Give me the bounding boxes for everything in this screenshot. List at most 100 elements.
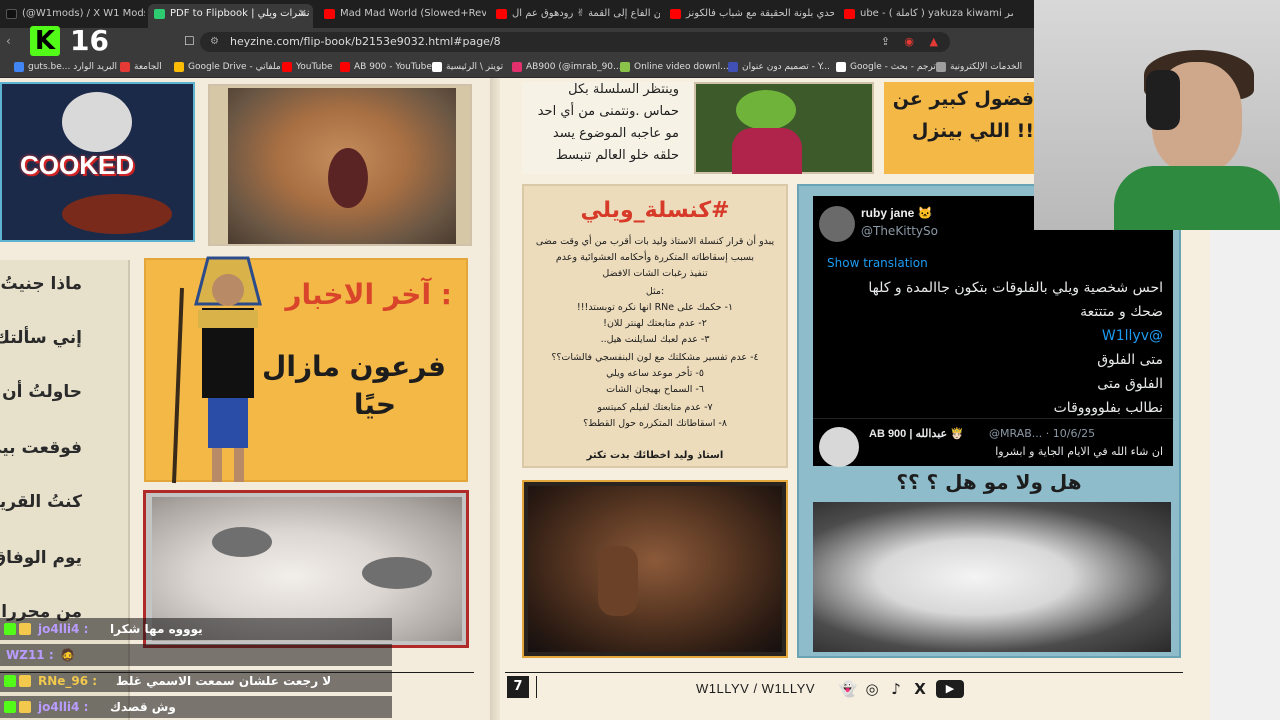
- bookmark-item[interactable]: تويتر \ الرئيسية: [432, 59, 503, 75]
- chat-message: RNe_96 : لا رجعت علشان سمعت الاسمي غلط: [0, 670, 392, 692]
- laptop-cat-image: [813, 502, 1171, 652]
- tab-title: من الفاع إلى القمة ✌ رودهوق عم ال: [512, 8, 660, 19]
- man-gesture-image: [522, 480, 788, 658]
- tweet-text-line: الفلوق متى: [1097, 376, 1163, 392]
- chat-username: RNe_96 :: [38, 674, 98, 688]
- bookmark-item[interactable]: AB900 (@imrab_90...: [512, 59, 622, 75]
- chat-text: لا رجعت علشان سمعت الاسمي غلط: [116, 674, 332, 688]
- consela-line: ٥- تأخر موعد ساعه ويلي: [606, 368, 704, 379]
- consela-line: تنفيذ رغبات الشات الافضل: [602, 268, 708, 279]
- pan-figure: [62, 194, 172, 234]
- poem-line: حاولتُ أن أ: [0, 382, 82, 402]
- browser-tab[interactable]: Mad Mad World (Slowed+Reverb) -: [318, 4, 486, 24]
- hamster-photo: [228, 88, 456, 244]
- poem-line: كنتُ القريب: [0, 492, 82, 512]
- bookmark-item[interactable]: الخدمات الإلكترونية: [936, 59, 1022, 75]
- chat-text: وش قصدك: [110, 700, 176, 714]
- close-tab-icon[interactable]: ✕: [298, 4, 307, 24]
- bookmark-item[interactable]: Google - ترجم - بحث: [836, 59, 936, 75]
- poem-line: يوم الوفاق: [0, 548, 82, 568]
- instagram-icon: ◎: [865, 680, 879, 698]
- youtube-icon: [844, 9, 855, 19]
- cooked-meme-image: COOKED: [0, 82, 195, 242]
- cat-eye: [212, 527, 272, 557]
- bookmark-item[interactable]: guts.be... البريد الوارد: [14, 59, 117, 75]
- news-line: فرعون مازال: [262, 350, 446, 383]
- download-icon: [620, 62, 630, 72]
- text-line: وينتظر السلسلة بكل: [568, 82, 679, 97]
- chat-text: يوووه مها شكرا: [110, 622, 203, 636]
- text-line: حماس .ونتمنى من أي احد: [537, 104, 679, 119]
- gift-badge-icon: [19, 675, 31, 687]
- chat-overlay: jo4lli4 : يوووه مها شكرا WZ11 : 🧔 RNe_96…: [0, 618, 392, 720]
- youtube-icon: [324, 9, 335, 19]
- hamster-meme-image: [208, 84, 472, 246]
- chat-username: jo4lli4 :: [38, 700, 89, 714]
- chat-message: WZ11 : 🧔: [0, 644, 392, 666]
- consela-line: ٧- عدم متابعتك لفيلم كميتسو: [597, 402, 713, 413]
- bookmarks-bar: guts.be... البريد الوارد الجامعة Google …: [0, 56, 1034, 78]
- instagram-icon: [512, 62, 522, 72]
- bookmark-item[interactable]: Online video downl...: [620, 59, 729, 75]
- x-icon: [432, 62, 442, 72]
- browser-tab[interactable]: (@W1mods) / X W1 Mods: [0, 4, 145, 24]
- rewards-icon[interactable]: ▲: [930, 32, 938, 52]
- avatar: [819, 427, 859, 467]
- reply-author-handle: @MRAB... · 10/6/25: [989, 427, 1096, 440]
- browser-tab[interactable]: ube - ( كاملة ) yakuza kiwami مختصر: [838, 4, 1013, 24]
- consela-line: ٨- اسقاطاتك المتكرره حول القطط؟: [583, 418, 727, 429]
- mail-icon: [14, 62, 24, 72]
- tab-title: Mad Mad World (Slowed+Reverb) -: [340, 8, 486, 19]
- bookmark-item[interactable]: AB 900 - YouTube: [340, 59, 432, 75]
- subscriber-badge-icon: [4, 623, 16, 635]
- bookmark-icon[interactable]: ☐: [184, 34, 195, 48]
- kermit-meme-image: [694, 82, 874, 174]
- consela-line: ٢- عدم متابعتك لهنتر للان!: [603, 318, 707, 329]
- bookmark-item[interactable]: تصميم دون عنوان - Y...: [728, 59, 830, 75]
- news-heading: : آخر الاخبار: [285, 278, 452, 311]
- browser-tab[interactable]: من الفاع إلى القمة ✌ رودهوق عم ال: [490, 4, 660, 24]
- share-icon[interactable]: ⇪: [881, 32, 890, 52]
- text-line: !! اللي بينزل: [911, 120, 1034, 142]
- tab-title: ube - ( كاملة ) yakuza kiwami مختصر: [860, 8, 1013, 19]
- youtube-icon: [496, 9, 507, 19]
- poem-line: إني سألتك: [0, 328, 82, 348]
- show-translation-link: Show translation: [827, 256, 928, 270]
- tiktok-icon: ♪: [891, 680, 901, 698]
- chef-figure: [62, 92, 132, 152]
- kick-viewer-count: K 16: [30, 24, 130, 58]
- chat-username: WZ11 :: [6, 648, 54, 662]
- hand-gesture: [598, 546, 638, 616]
- hamster-mouth: [328, 148, 368, 208]
- url-field[interactable]: ⚙ heyzine.com/flip-book/b2153e9032.html#…: [200, 32, 950, 52]
- tab-title: تحدي بلونة الحقيقة مع شباب فالكونز: [686, 8, 834, 19]
- bookmark-item[interactable]: Google Drive - ملفاتي: [174, 59, 281, 75]
- webcam-shirt: [1114, 166, 1280, 230]
- screen: (@W1mods) / X W1 Mods PDF to Flipbook | …: [0, 0, 1280, 720]
- chat-message: jo4lli4 : يوووه مها شكرا: [0, 618, 392, 640]
- back-icon[interactable]: ‹: [6, 34, 11, 48]
- tweet-author-handle: @TheKittySo: [861, 224, 938, 238]
- gift-badge-icon: [19, 623, 31, 635]
- consela-line: ٦- السماح بهيجان الشات: [606, 384, 704, 395]
- browser-tab-active[interactable]: PDF to Flipbook | نشرات ويلي ✕: [148, 4, 313, 28]
- tweet-author-name: ruby jane 🐱: [861, 206, 933, 220]
- consela-card: #كنسلة_ويلي يبدو أن قرار كنسلة الاستاذ و…: [522, 184, 788, 468]
- brave-shield-icon[interactable]: ◉: [904, 32, 914, 52]
- youtube-icon: [282, 62, 292, 72]
- viewer-count: 16: [70, 24, 109, 57]
- snapchat-icon: 👻: [838, 680, 858, 698]
- kermit-head: [736, 90, 796, 130]
- question-caption: هل ولا مو هل ؟ ؟؟: [896, 470, 1082, 494]
- text-line: فضول كبير عن: [892, 88, 1034, 110]
- design-icon: [728, 62, 738, 72]
- bookmark-item[interactable]: YouTube: [282, 59, 333, 75]
- youtube-icon: [670, 9, 681, 19]
- bookmark-item[interactable]: الجامعة: [120, 59, 162, 75]
- tweet-reply: AB 900 | عبدالله 🤴🏻 @MRAB... · 10/6/25 ا…: [813, 418, 1173, 467]
- footer-divider: [536, 676, 537, 698]
- url-text: heyzine.com/flip-book/b2153e9032.html#pa…: [230, 35, 501, 48]
- site-info-icon[interactable]: ⚙: [210, 32, 219, 52]
- browser-tab[interactable]: تحدي بلونة الحقيقة مع شباب فالكونز: [664, 4, 834, 24]
- subscriber-badge-icon: [4, 701, 16, 713]
